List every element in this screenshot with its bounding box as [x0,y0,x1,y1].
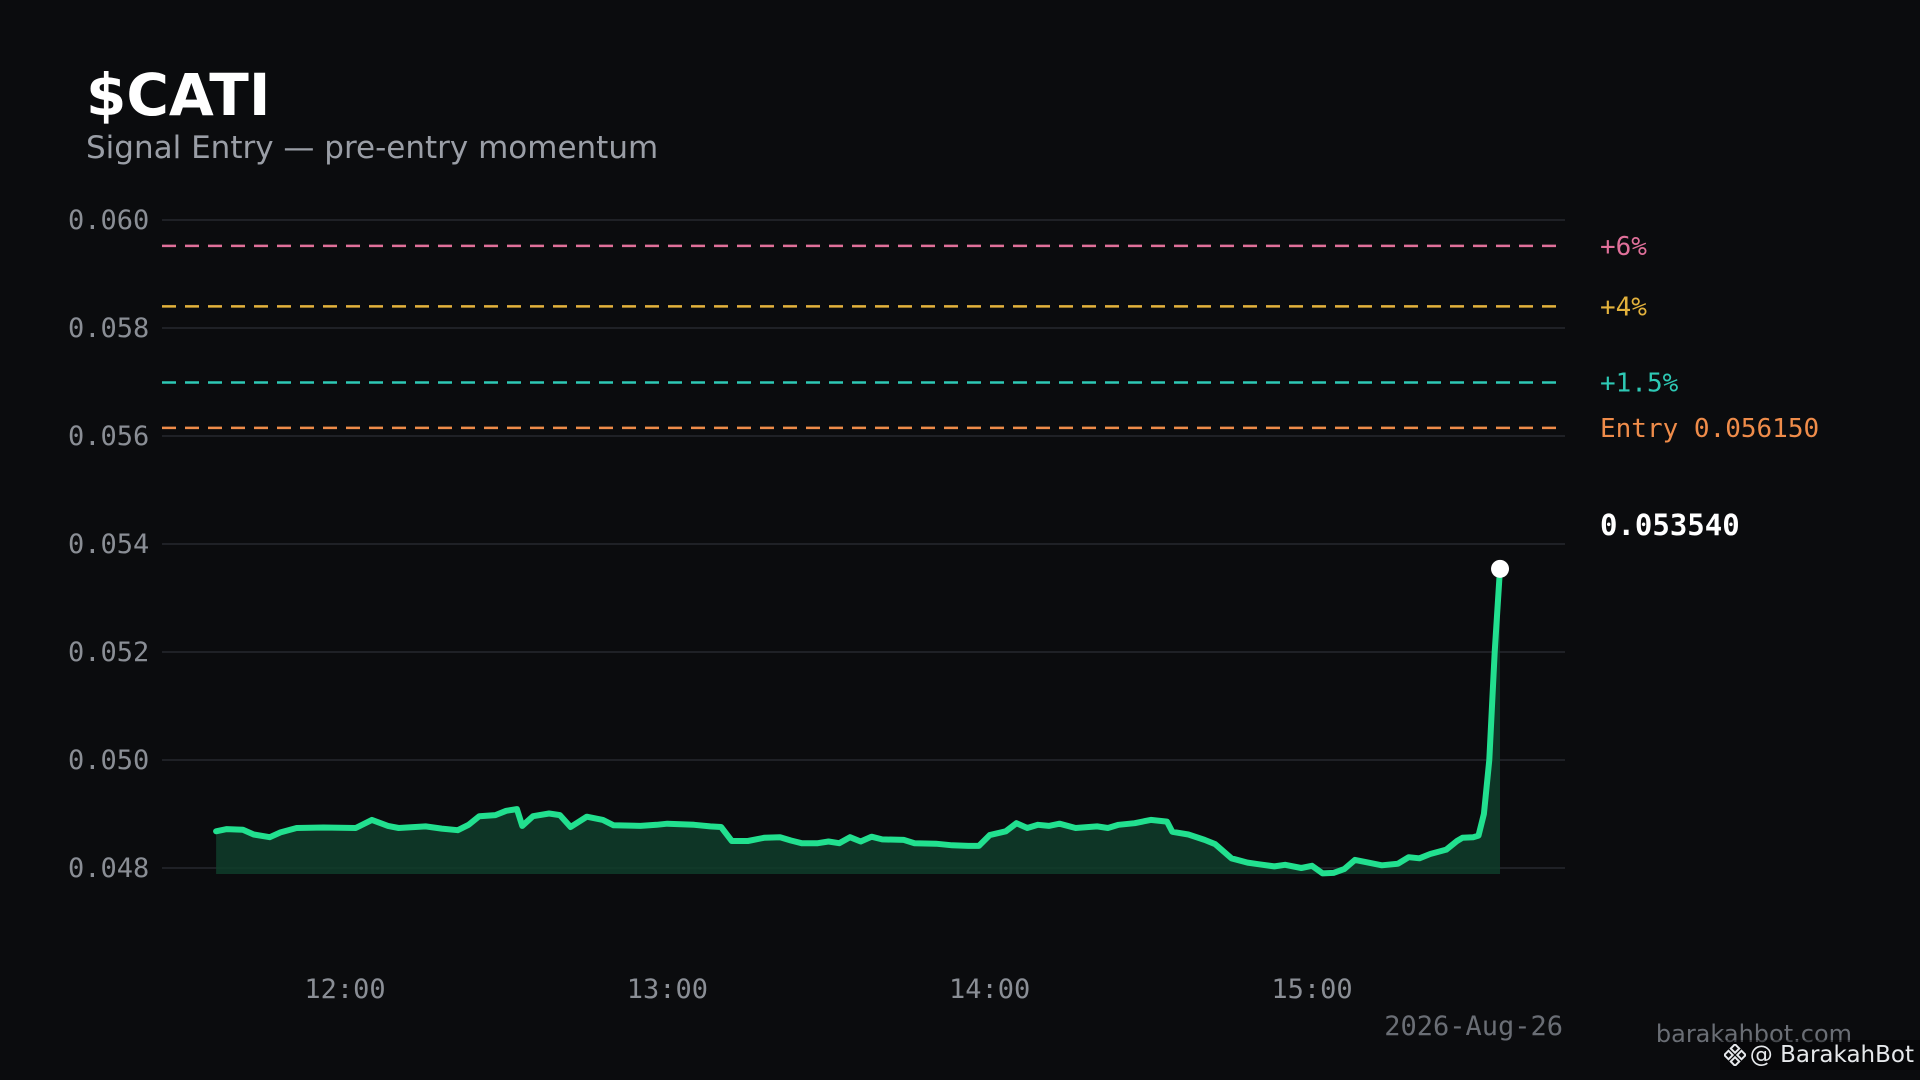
author-handle-text: @ BarakahBot [1749,1042,1914,1068]
y-tick-label: 0.052 [68,637,149,668]
level-label: +6% [1600,232,1647,262]
level-label: +4% [1600,292,1647,322]
current-price-label: 0.053540 [1600,508,1740,542]
price-line [213,565,1503,877]
y-tick-label: 0.056 [68,421,149,452]
y-tick-label: 0.050 [68,745,149,776]
y-axis-ticks: 0.060 0.058 0.056 0.054 0.052 0.050 0.048 [68,205,149,884]
price-series [213,565,1503,877]
chart-page: $CATI Signal Entry — pre-entry momentum … [0,0,1920,1080]
date-label: 2026-Aug-26 [1384,1011,1563,1042]
y-tick-label: 0.060 [68,205,149,236]
price-chart: 0.060 0.058 0.056 0.054 0.052 0.050 0.048 12:0… [68,205,1819,1042]
level-label: Entry 0.056150 [1600,414,1819,444]
target-levels: +6% +4% +1.5% Entry 0.056150 [162,232,1819,444]
y-tick-label: 0.048 [68,853,149,884]
binance-logo-icon [1723,1044,1746,1066]
y-tick-label: 0.054 [68,529,149,560]
grid-lines [162,219,1565,869]
author-handle: @ BarakahBot [1719,1040,1920,1070]
x-tick-label: 12:00 [304,974,385,1005]
x-tick-label: 15:00 [1271,974,1352,1005]
current-price-dot [1491,559,1510,578]
level-label: +1.5% [1600,369,1679,399]
current-price: 0.053540 [1491,508,1740,578]
x-axis-ticks: 12:00 13:00 14:00 15:00 [304,974,1352,1005]
y-tick-label: 0.058 [68,313,149,344]
x-tick-label: 14:00 [949,974,1030,1005]
x-tick-label: 13:00 [627,974,708,1005]
